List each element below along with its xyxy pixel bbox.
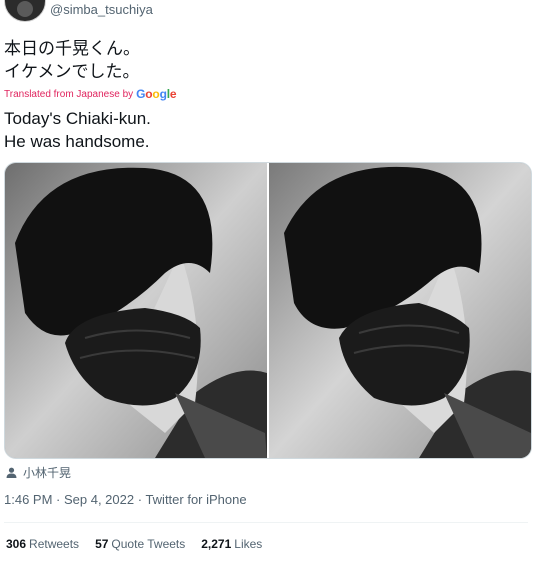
google-logo: Google <box>136 87 177 101</box>
quotes-stat[interactable]: 57 Quote Tweets <box>95 537 185 551</box>
media-grid <box>4 162 532 459</box>
retweets-count: 306 <box>6 537 27 551</box>
translation-attribution[interactable]: Translated from Japanese by Google <box>4 87 177 101</box>
translated-line-2: He was handsome. <box>4 132 150 151</box>
translation-label: Translated from Japanese by <box>4 88 134 100</box>
tweet-meta: 1:46 PM · Sep 4, 2022 · Twitter for iPho… <box>4 492 247 507</box>
quotes-count: 57 <box>95 537 109 551</box>
tweet-source[interactable]: Twitter for iPhone <box>145 492 246 507</box>
translated-line-1: Today's Chiaki-kun. <box>4 109 151 128</box>
photo-2[interactable] <box>269 163 531 458</box>
original-line-1: 本日の千晃くん。 <box>4 39 140 59</box>
likes-label: Likes <box>234 537 263 551</box>
tagged-user-name: 小林千晃 <box>23 466 72 480</box>
tweet-original-text: 本日の千晃くん。 イケメンでした。 <box>4 38 140 84</box>
person-icon <box>6 467 17 478</box>
likes-count: 2,271 <box>201 537 232 551</box>
tweet-translated-text: Today's Chiaki-kun. He was handsome. <box>4 107 151 153</box>
photo-1[interactable] <box>5 163 267 458</box>
user-handle[interactable]: @simba_tsuchiya <box>50 2 153 17</box>
tweet-stats: 306 Retweets 57 Quote Tweets 2,271 Likes <box>6 537 262 551</box>
tagged-user[interactable]: 小林千晃 <box>6 464 71 481</box>
retweets-label: Retweets <box>29 537 80 551</box>
timestamp[interactable]: 1:46 PM · Sep 4, 2022 <box>4 492 134 507</box>
retweets-stat[interactable]: 306 Retweets <box>6 537 79 551</box>
avatar[interactable] <box>4 0 46 22</box>
original-line-2: イケメンでした。 <box>4 62 140 82</box>
quotes-label: Quote Tweets <box>111 537 186 551</box>
likes-stat[interactable]: 2,271 Likes <box>201 537 262 551</box>
divider <box>4 522 528 523</box>
